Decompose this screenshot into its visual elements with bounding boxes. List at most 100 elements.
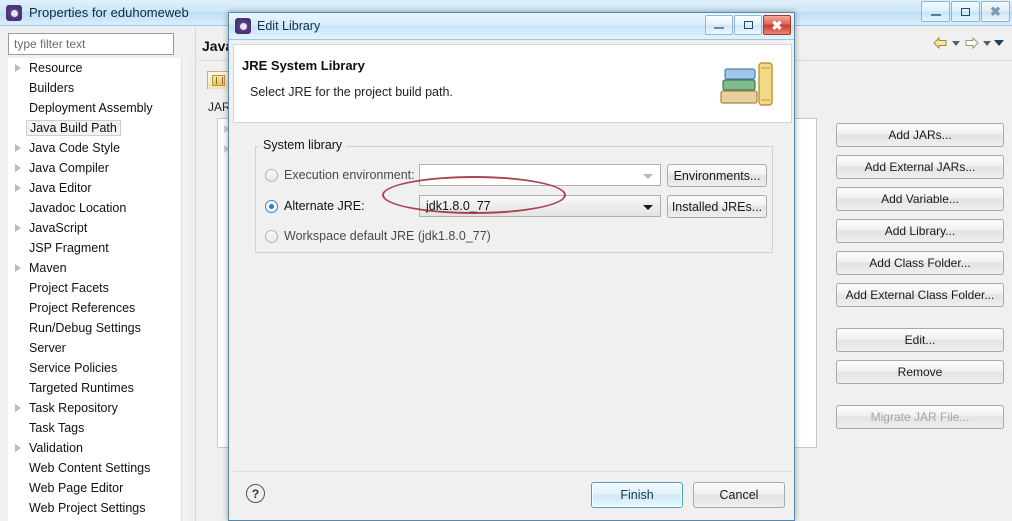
maximize-button[interactable] [951, 1, 980, 22]
sidebar-item-label: Service Policies [29, 361, 118, 375]
radio-workspace-default-jre-label: Workspace default JRE (jdk1.8.0_77) [284, 229, 491, 243]
sidebar-item-validation[interactable]: Validation [8, 438, 188, 458]
radio-alternate-jre[interactable]: Alternate JRE: [265, 195, 365, 217]
sidebar-item-label: Maven [29, 261, 67, 275]
sidebar-item-label: JavaScript [29, 221, 88, 235]
sidebar-item-java-build-path[interactable]: Java Build Path [8, 118, 188, 138]
maximize-icon [743, 21, 753, 29]
sidebar-item-java-compiler[interactable]: Java Compiler [8, 158, 188, 178]
sidebar-item-label: Java Editor [29, 181, 92, 195]
radio-button-icon[interactable] [265, 229, 278, 243]
sidebar-item-label: Run/Debug Settings [29, 321, 141, 335]
cancel-button[interactable]: Cancel [693, 482, 785, 508]
dialog-minimize-button[interactable] [705, 15, 733, 35]
sidebar-item-web-page-editor[interactable]: Web Page Editor [8, 478, 188, 498]
back-arrow-icon[interactable] [932, 36, 949, 50]
edit-library-dialog: Edit Library ✖ JRE System Library Select… [228, 12, 795, 521]
tree-scrollbar[interactable] [181, 58, 194, 521]
sidebar-item-label: Web Page Editor [29, 481, 124, 495]
sidebar-item-run-debug-settings[interactable]: Run/Debug Settings [8, 318, 188, 338]
sidebar-item-label: Project References [29, 301, 136, 315]
sidebar-item-web-content-settings[interactable]: Web Content Settings [8, 458, 188, 478]
sidebar-item-service-policies[interactable]: Service Policies [8, 358, 188, 378]
add-external-jars-button[interactable]: Add External JARs... [836, 155, 1004, 179]
add-library-button[interactable]: Add Library... [836, 219, 1004, 243]
dialog-footer: ? Finish Cancel [233, 471, 792, 517]
build-path-button-column: Add JARs... Add External JARs... Add Varia… [836, 123, 1004, 437]
sidebar-item-builders[interactable]: Builders [8, 78, 188, 98]
close-button[interactable]: ✖ [981, 1, 1010, 22]
settings-tree[interactable]: Resource Builders Deployment Assembly Java … [8, 58, 188, 521]
sidebar-item-java-editor[interactable]: Java Editor [8, 178, 188, 198]
dialog-body: System library Execution environment: En… [233, 124, 792, 471]
sidebar-item-label: Validation [29, 441, 83, 455]
properties-window-controls: ✖ [920, 1, 1010, 23]
sidebar-item-label: Task Tags [29, 421, 85, 435]
radio-button-icon[interactable] [265, 168, 278, 182]
dialog-maximize-button[interactable] [734, 15, 762, 35]
chevron-right-icon[interactable] [10, 444, 26, 452]
add-class-folder-button[interactable]: Add Class Folder... [836, 251, 1004, 275]
view-menu-chevron-down-icon[interactable] [994, 40, 1004, 46]
finish-button[interactable]: Finish [591, 482, 683, 508]
filter-row [8, 33, 174, 55]
dialog-titlebar: Edit Library ✖ [229, 13, 794, 40]
sidebar-item-javadoc-location[interactable]: Javadoc Location [8, 198, 188, 218]
chevron-down-icon [643, 174, 653, 179]
environments-button[interactable]: Environments... [667, 164, 767, 187]
sidebar-item-label: Server [29, 341, 66, 355]
sidebar-item-maven[interactable]: Maven [8, 258, 188, 278]
sidebar-item-project-references[interactable]: Project References [8, 298, 188, 318]
chevron-right-icon[interactable] [10, 224, 26, 232]
sidebar-item-web-project-settings[interactable]: Web Project Settings [8, 498, 188, 518]
migrate-jar-file-button: Migrate JAR File... [836, 405, 1004, 429]
sidebar-item-server[interactable]: Server [8, 338, 188, 358]
forward-arrow-icon[interactable] [963, 36, 980, 50]
sidebar-item-task-repository[interactable]: Task Repository [8, 398, 188, 418]
execution-environment-combo[interactable] [419, 164, 661, 186]
minimize-icon [714, 27, 724, 29]
chevron-right-icon[interactable] [10, 164, 26, 172]
radio-button-icon[interactable] [265, 199, 278, 213]
search-input[interactable] [8, 33, 174, 55]
minimize-button[interactable] [921, 1, 950, 22]
package-folder-icon[interactable] [207, 71, 229, 89]
sidebar-item-label: Deployment Assembly [29, 101, 153, 115]
sidebar-item-deployment-assembly[interactable]: Deployment Assembly [8, 98, 188, 118]
forward-history-chevron-down-icon[interactable] [983, 40, 991, 46]
radio-execution-environment[interactable]: Execution environment: [265, 164, 415, 186]
sidebar-item-targeted-runtimes[interactable]: Targeted Runtimes [8, 378, 188, 398]
dialog-header-subtitle: Select JRE for the project build path. [250, 85, 453, 99]
radio-workspace-default-jre[interactable]: Workspace default JRE (jdk1.8.0_77) [265, 225, 491, 247]
sidebar-item-javascript[interactable]: JavaScript [8, 218, 188, 238]
chevron-right-icon[interactable] [10, 404, 26, 412]
close-icon: ✖ [771, 17, 783, 33]
chevron-right-glyph [15, 184, 21, 192]
chevron-right-icon[interactable] [10, 184, 26, 192]
dialog-header-title: JRE System Library [242, 58, 365, 73]
sidebar-item-java-code-style[interactable]: Java Code Style [8, 138, 188, 158]
alternate-jre-combo[interactable]: jdk1.8.0_77 [419, 195, 661, 217]
chevron-right-icon[interactable] [10, 144, 26, 152]
sidebar-item-jsp-fragment[interactable]: JSP Fragment [8, 238, 188, 258]
edit-button[interactable]: Edit... [836, 328, 1004, 352]
remove-button[interactable]: Remove [836, 360, 1004, 384]
sidebar-item-label: Targeted Runtimes [29, 381, 134, 395]
sidebar-item-task-tags[interactable]: Task Tags [8, 418, 188, 438]
sidebar-item-resource[interactable]: Resource [8, 58, 188, 78]
system-library-group-legend: System library [259, 138, 347, 152]
dialog-close-button[interactable]: ✖ [763, 15, 791, 35]
navigation-bar [882, 27, 1012, 59]
help-icon[interactable]: ? [246, 484, 265, 503]
app-icon [6, 4, 22, 21]
chevron-right-icon[interactable] [10, 64, 26, 72]
add-jars-button[interactable]: Add JARs... [836, 123, 1004, 147]
installed-jres-button[interactable]: Installed JREs... [667, 195, 767, 218]
back-history-chevron-down-icon[interactable] [952, 40, 960, 46]
chevron-right-icon[interactable] [10, 264, 26, 272]
sidebar-item-project-facets[interactable]: Project Facets [8, 278, 188, 298]
add-external-class-folder-button[interactable]: Add External Class Folder... [836, 283, 1004, 307]
add-variable-button[interactable]: Add Variable... [836, 187, 1004, 211]
close-icon: ✖ [990, 4, 1001, 19]
chevron-right-glyph [15, 164, 21, 172]
